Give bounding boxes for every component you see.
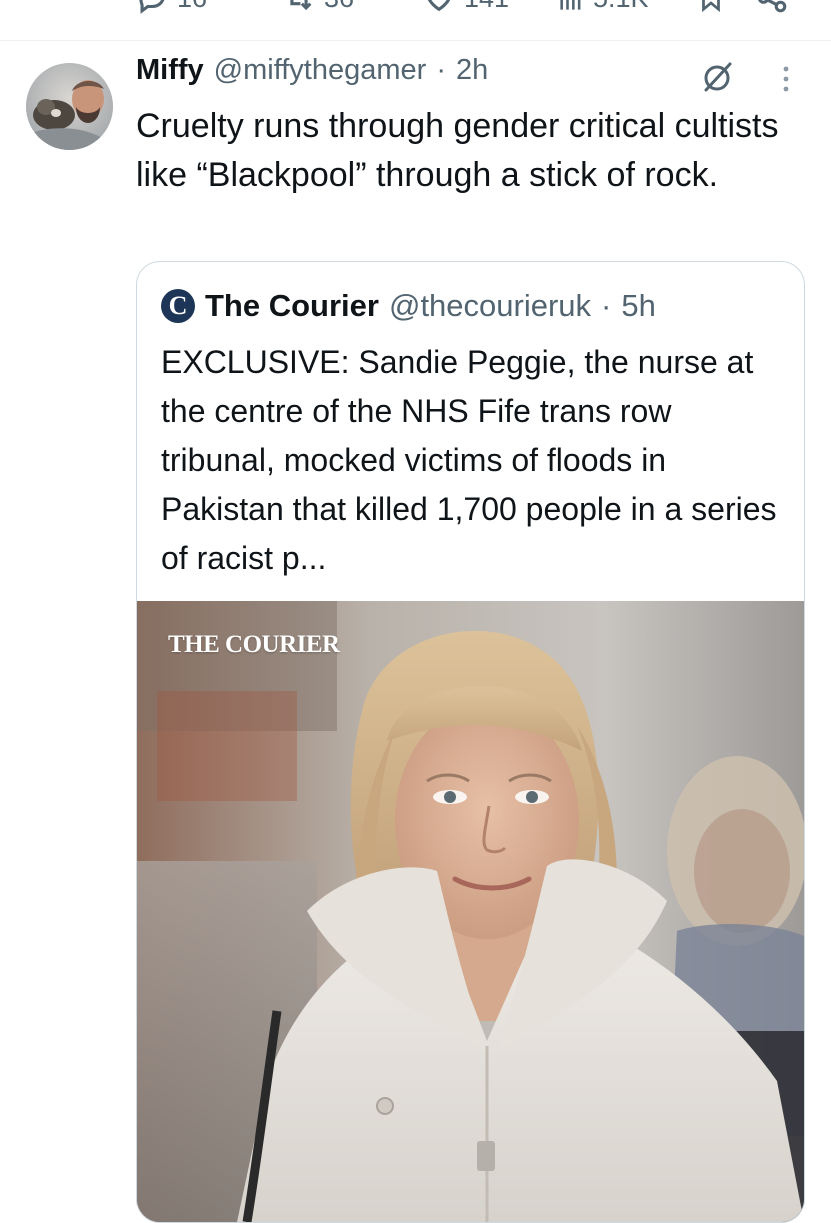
repost-count: 36 [324,0,354,14]
views-count: 5.1K [593,0,649,14]
bookmark-icon [702,0,720,13]
views-action[interactable]: 5.1K [557,0,649,16]
quoted-tweet-card[interactable]: C The Courier @thecourieruk · 5h EXCLUSI… [136,261,805,1223]
photo-of-woman-in-white-coat [137,601,804,1222]
like-action[interactable]: 141 [422,0,509,16]
slashed-circle-icon[interactable] [700,60,734,94]
like-count: 141 [464,0,509,14]
quoted-tweet-photo[interactable]: THE COURIER [137,601,804,1222]
courier-watermark: THE COURIER [168,631,340,658]
repost-icon [290,0,312,11]
quoted-tweet-time[interactable]: 5h [621,288,655,324]
repost-action[interactable]: 36 [282,0,354,16]
quoted-tweet-header: C The Courier @thecourieruk · 5h [161,286,656,326]
quoted-user-handle[interactable]: @thecourieruk [389,288,591,324]
avatar-photo [26,63,113,150]
reply-action[interactable]: 16 [135,0,207,16]
tweet-time[interactable]: 2h [456,54,488,87]
reply-icon [139,0,165,14]
quoted-header-separator: · [601,288,612,323]
quoted-tweet-text: EXCLUSIVE: Sandie Peggie, the nurse at t… [161,344,777,576]
courier-logo-icon[interactable]: C [161,289,195,323]
user-handle[interactable]: @miffythegamer [214,54,427,87]
display-name[interactable]: Miffy [136,54,204,87]
reply-count: 16 [177,0,207,14]
bookmark-action[interactable] [696,0,726,16]
quoted-display-name[interactable]: The Courier [205,288,379,324]
share-icon [758,0,787,13]
share-action[interactable] [755,0,789,16]
analytics-icon [560,0,581,10]
heart-icon [427,0,451,12]
avatar[interactable] [26,63,113,150]
previous-tweet-actions: 16 36 141 5.1K [0,0,831,40]
more-dots-icon[interactable] [776,64,796,94]
header-separator: · [436,54,446,86]
tweet-divider [0,40,831,41]
tweet-header: Miffy @miffythegamer · 2h [136,54,488,98]
tweet-text: Cruelty runs through gender critical cul… [136,107,779,194]
